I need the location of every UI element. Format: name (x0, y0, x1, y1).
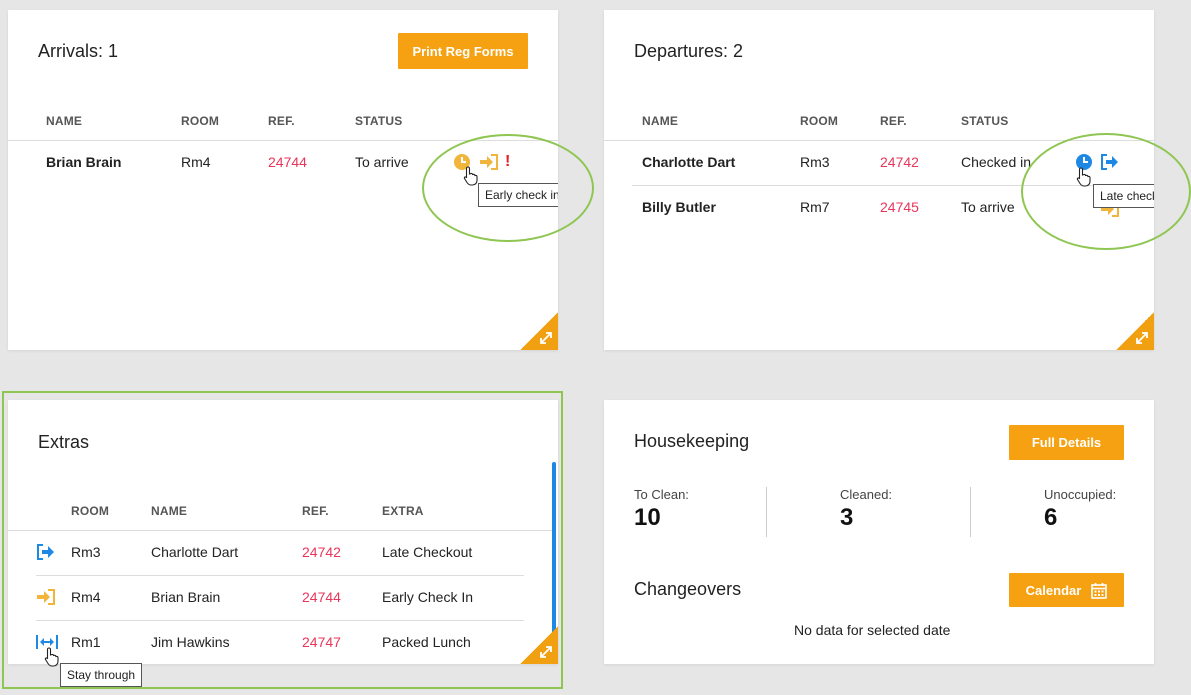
expand-corner-button[interactable] (520, 312, 558, 350)
col-header-ref[interactable]: REF. (880, 114, 907, 128)
housekeeping-title: Housekeeping (634, 431, 750, 451)
col-header-ref[interactable]: REF. (302, 504, 329, 518)
highlight-circle (422, 134, 594, 242)
extra-text: Late Checkout (382, 544, 473, 560)
col-header-status[interactable]: STATUS (961, 114, 1008, 128)
print-reg-forms-button[interactable]: Print Reg Forms (398, 33, 528, 69)
extra-text: Early Check In (382, 589, 474, 605)
expand-corner-button[interactable] (520, 626, 558, 664)
cleaned-label: Cleaned: (840, 487, 893, 502)
unoccupied-value: 6 (1044, 504, 1058, 531)
stay-through-tooltip: Stay through (60, 663, 143, 687)
calendar-button-label: Calendar (1025, 582, 1082, 598)
guest-name[interactable]: Brian Brain (151, 589, 220, 605)
check-out-icon[interactable] (36, 543, 56, 561)
expand-icon (540, 646, 552, 658)
status-text: Checked in (961, 154, 1032, 170)
hand-cursor-icon (44, 647, 59, 667)
guest-name[interactable]: Charlotte Dart (151, 544, 238, 560)
stat-divider (970, 487, 971, 537)
room-number: Rm3 (800, 154, 830, 170)
booking-ref-link[interactable]: 24742 (880, 154, 919, 170)
header-divider (8, 530, 552, 531)
empty-state-message: No data for selected date (794, 622, 951, 638)
col-header-ref[interactable]: REF. (268, 114, 295, 128)
arrivals-title: Arrivals: 1 (38, 41, 119, 61)
guest-name[interactable]: Brian Brain (46, 154, 121, 170)
room-number: Rm4 (181, 154, 211, 170)
col-header-room[interactable]: ROOM (800, 114, 838, 128)
cleaned-value: 3 (840, 504, 854, 531)
col-header-name[interactable]: NAME (46, 114, 82, 128)
unoccupied-label: Unoccupied: (1044, 487, 1117, 502)
to-clean-label: To Clean: (634, 487, 689, 502)
extra-text: Packed Lunch (382, 634, 471, 650)
row-divider (36, 620, 524, 621)
guest-name[interactable]: Billy Butler (642, 199, 716, 215)
housekeeping-card: Housekeeping Full Details To Clean: 10 C… (604, 400, 1154, 664)
expand-icon (1136, 332, 1148, 344)
guest-name[interactable]: Jim Hawkins (151, 634, 230, 650)
departures-title: Departures: 2 (634, 41, 744, 61)
status-text: To arrive (355, 154, 409, 170)
highlight-circle (1021, 133, 1191, 250)
check-in-icon[interactable] (36, 588, 56, 606)
col-header-name[interactable]: NAME (642, 114, 678, 128)
to-clean-value: 10 (634, 504, 661, 531)
extras-card: Extras ROOM NAME REF. EXTRA Rm3 Charlott… (8, 400, 558, 664)
booking-ref-link[interactable]: 24744 (268, 154, 307, 170)
booking-ref-link[interactable]: 24747 (302, 634, 341, 650)
room-number: Rm4 (71, 589, 101, 605)
booking-ref-link[interactable]: 24742 (302, 544, 341, 560)
room-number: Rm3 (71, 544, 101, 560)
booking-ref-link[interactable]: 24744 (302, 589, 341, 605)
col-header-name[interactable]: NAME (151, 504, 187, 518)
changeovers-title: Changeovers (634, 579, 742, 599)
extras-title: Extras (38, 432, 90, 452)
room-number: Rm1 (71, 634, 101, 650)
stat-divider (766, 487, 767, 537)
calendar-icon (1091, 582, 1108, 599)
status-text: To arrive (961, 199, 1015, 215)
full-details-button[interactable]: Full Details (1009, 425, 1124, 460)
row-divider (36, 575, 524, 576)
col-header-extra[interactable]: EXTRA (382, 504, 424, 518)
calendar-button[interactable]: Calendar (1009, 573, 1124, 607)
booking-ref-link[interactable]: 24745 (880, 199, 919, 215)
expand-icon (540, 332, 552, 344)
col-header-room[interactable]: ROOM (181, 114, 219, 128)
col-header-status[interactable]: STATUS (355, 114, 402, 128)
room-number: Rm7 (800, 199, 830, 215)
expand-corner-button[interactable] (1116, 312, 1154, 350)
col-header-room[interactable]: ROOM (71, 504, 109, 518)
guest-name[interactable]: Charlotte Dart (642, 154, 735, 170)
